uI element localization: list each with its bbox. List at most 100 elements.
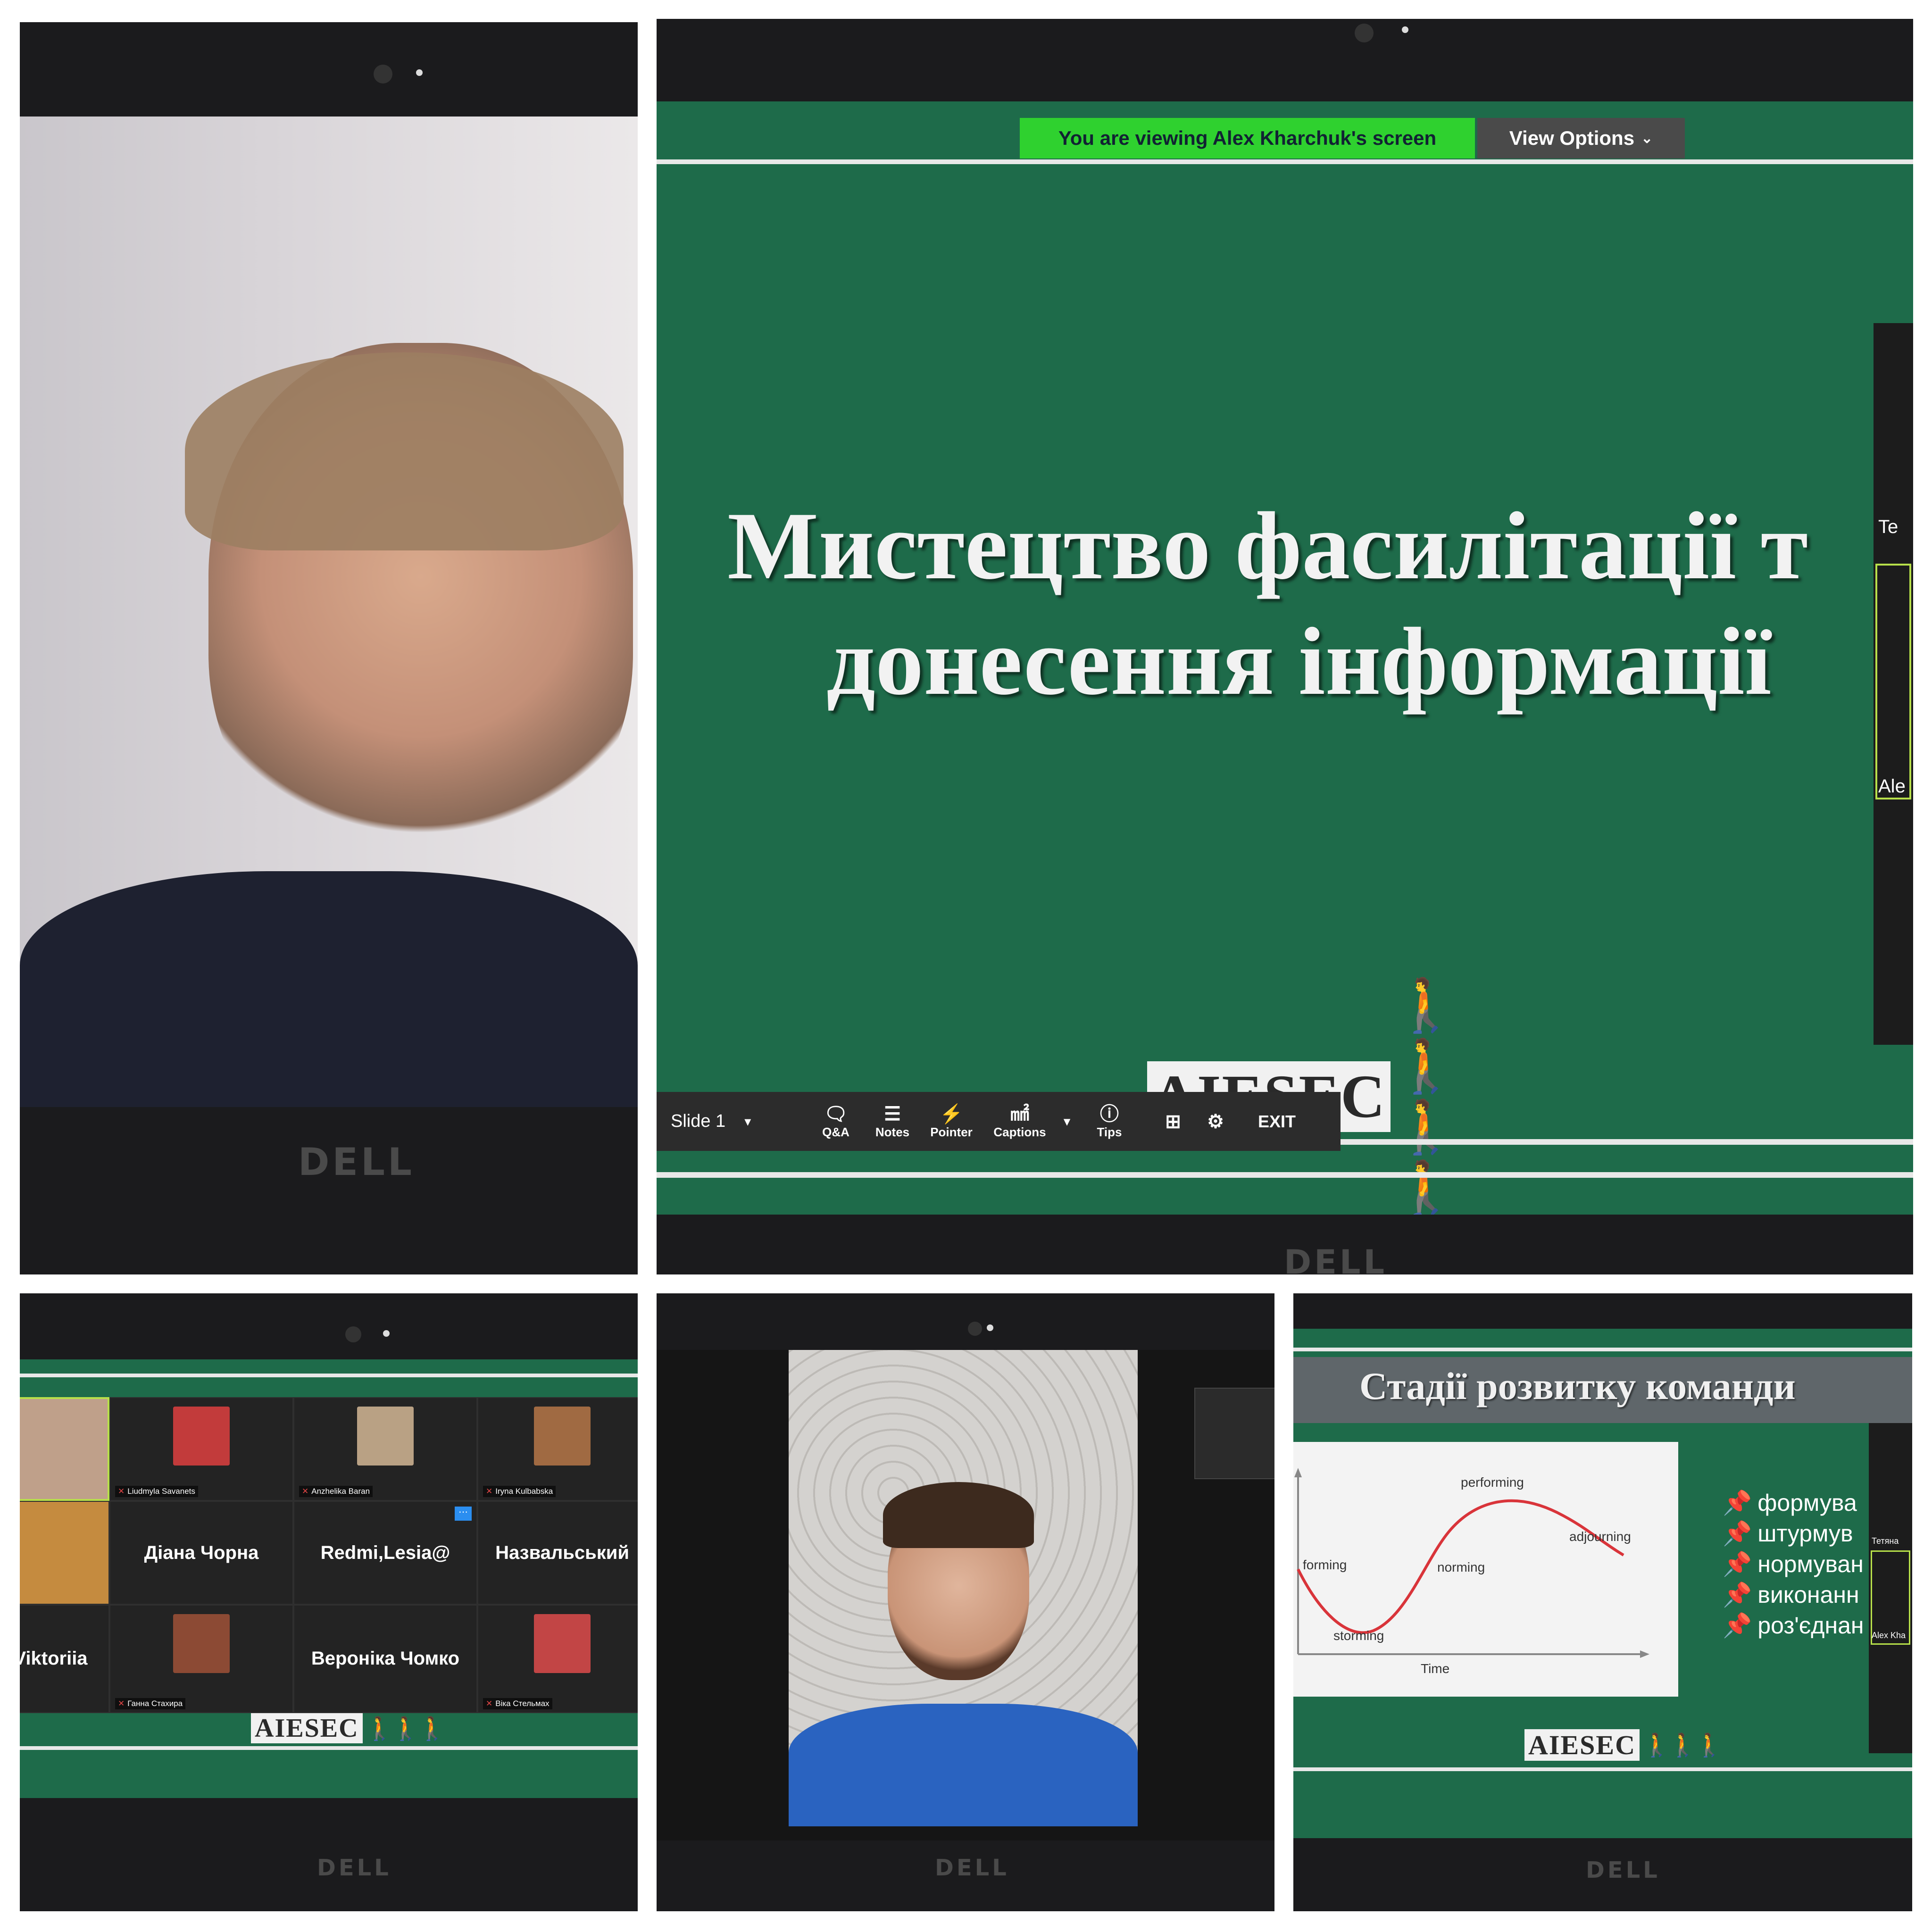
slide-divider-top: [657, 159, 1913, 164]
side-video-strip: Te Ale: [1874, 323, 1913, 1045]
participant-label: ✕ Ганна Стахира: [115, 1698, 186, 1709]
side-video-strip: Тетяна Alex Kha: [1869, 1423, 1912, 1753]
top-bezel: [1293, 1293, 1912, 1329]
avatar: [534, 1614, 591, 1673]
notes-button[interactable]: ☰ Notes: [864, 1092, 921, 1151]
slide-title: Стадії розвитку команди: [1359, 1365, 1796, 1407]
panel-bottom-middle: DELL: [657, 1293, 1274, 1911]
chat-icon: 🗨: [824, 1104, 848, 1124]
pin-icon: 📌: [1723, 1582, 1752, 1608]
panel-bottom-right: Стадії розвитку команди forming storming…: [1293, 1293, 1912, 1911]
video-tile[interactable]: ✕ Anzhelika Baran: [293, 1397, 477, 1501]
slide-divider-bottom: [1341, 1139, 1913, 1145]
tips-button[interactable]: ⓘ Tips: [1081, 1092, 1138, 1151]
slide-title: Мистецтво фасилітації т донесення інформ…: [727, 488, 1907, 719]
slide-title-line-2: донесення інформації: [826, 608, 1772, 715]
participant-label: ✕ Liudmyla Savanets: [115, 1486, 198, 1497]
video-tile[interactable]: [20, 1501, 109, 1605]
panel-top-right: You are viewing Alex Kharchuk's screen V…: [657, 19, 1913, 1274]
info-icon: ⓘ: [1100, 1104, 1119, 1124]
side-name-1: Te: [1878, 516, 1899, 537]
presenter-toolbar: Slide 1 ▾ 🗨 Q&A ☰ Notes ⚡ Pointer ㎟ Capt…: [657, 1092, 1341, 1151]
aiesec-logo: AIESEC 🚶🚶🚶: [1524, 1729, 1732, 1761]
video-tile-self[interactable]: [20, 1397, 109, 1501]
webcam-led-icon: [1402, 26, 1408, 33]
gear-icon: ⚙: [1207, 1111, 1224, 1132]
bullet-3: 📌 нормуван: [1723, 1551, 1864, 1577]
grid-icon: ⊞: [1165, 1111, 1181, 1132]
mic-muted-icon: ✕: [486, 1487, 493, 1496]
walkers-icon: 🚶🚶🚶🚶: [1393, 975, 1458, 1218]
more-options-icon[interactable]: ⋯: [455, 1507, 472, 1521]
label-forming: forming: [1303, 1557, 1347, 1572]
chart-image: forming storming norming performing adjo…: [1293, 1442, 1678, 1697]
side-slide-thumbnail: [1194, 1388, 1274, 1479]
slide-screen: Стадії розвитку команди forming storming…: [1293, 1329, 1912, 1838]
participant-video: [789, 1350, 1138, 1826]
panel-bottom-left: ✕ Liudmyla Savanets ✕ Anzhelika Baran ✕ Iry…: [20, 1293, 638, 1911]
y-axis-arrow: [1294, 1468, 1302, 1477]
video-tile[interactable]: ✕ Liudmyla Savanets: [109, 1397, 293, 1501]
shared-screen: You are viewing Alex Kharchuk's screen V…: [657, 101, 1913, 1218]
video-tile[interactable]: Viktoriia: [20, 1605, 109, 1713]
participant-name: Вероніка Чомко: [311, 1648, 460, 1669]
captions-dropdown[interactable]: ▾: [1058, 1092, 1076, 1151]
label-norming: norming: [1437, 1560, 1485, 1574]
pointer-button[interactable]: ⚡ Pointer: [921, 1092, 982, 1151]
participant-label: ✕ Iryna Kulbabska: [483, 1486, 556, 1497]
pin-icon: 📌: [1723, 1612, 1752, 1639]
top-bezel: [657, 1293, 1274, 1350]
view-options-button[interactable]: View Options ⌄: [1477, 118, 1685, 158]
participant-name: Viktoriia: [20, 1648, 88, 1669]
video-tile[interactable]: ✕ Ганна Стахира: [109, 1605, 293, 1713]
bullet-2: 📌 штурмув: [1723, 1520, 1853, 1547]
panel-top-left: DELL: [20, 22, 638, 1274]
video-tile[interactable]: Назвальський: [477, 1501, 638, 1605]
aiesec-logo-text: AIESEC: [1524, 1729, 1640, 1761]
exit-button[interactable]: EXIT: [1241, 1092, 1312, 1151]
shirt: [20, 871, 638, 1107]
viewing-banner-text: You are viewing Alex Kharchuk's screen: [1058, 127, 1437, 149]
mic-muted-icon: ✕: [302, 1487, 309, 1496]
slide-divider-bottom: [1293, 1767, 1912, 1771]
team-stages-chart: forming storming norming performing adjo…: [1294, 1468, 1649, 1676]
side-name-1: Тетяна: [1872, 1536, 1899, 1546]
video-tile[interactable]: Діана Чорна: [109, 1501, 293, 1605]
dell-logo: DELL: [1284, 1243, 1388, 1274]
notes-label: Notes: [875, 1125, 910, 1139]
participant-name: Діана Чорна: [144, 1542, 259, 1564]
settings-button[interactable]: ⚙: [1194, 1092, 1237, 1151]
bottom-bezel: DELL: [657, 1215, 1913, 1274]
mic-muted-icon: ✕: [118, 1487, 125, 1496]
webcam-icon: [968, 1322, 982, 1336]
video-tile[interactable]: ✕ Iryna Kulbabska: [477, 1397, 638, 1501]
avatar: [534, 1407, 591, 1466]
label-adjourning: adjourning: [1569, 1529, 1631, 1544]
gallery-divider-top: [20, 1374, 638, 1377]
gallery-divider-bottom: [20, 1746, 638, 1750]
hair: [185, 352, 624, 550]
top-bezel: [657, 19, 1913, 101]
aiesec-logo-text: AIESEC: [251, 1713, 363, 1743]
side-name-2: Alex Kha: [1872, 1631, 1906, 1640]
slide-selector-label: Slide 1: [671, 1111, 726, 1131]
top-bezel: [20, 22, 638, 117]
avatar: [357, 1407, 414, 1466]
side-video-frame: [1875, 564, 1911, 799]
video-tile[interactable]: ⋯ Redmi,Lesia@: [293, 1501, 477, 1605]
dell-logo: DELL: [935, 1855, 1009, 1881]
webcam-led-icon: [383, 1330, 390, 1337]
chevron-down-icon: ▾: [1064, 1114, 1070, 1128]
gallery-grid: ✕ Liudmyla Savanets ✕ Anzhelika Baran ✕ Iry…: [20, 1397, 638, 1713]
video-tile[interactable]: ✕ Віка Стельмах: [477, 1605, 638, 1713]
video-tile[interactable]: Вероніка Чомко: [293, 1605, 477, 1713]
grid-button[interactable]: ⊞: [1157, 1092, 1190, 1151]
captions-button[interactable]: ㎟ Captions: [982, 1092, 1058, 1151]
avatar: [173, 1614, 230, 1673]
bullet-1: 📌 формува: [1723, 1490, 1857, 1516]
qa-button[interactable]: 🗨 Q&A: [808, 1092, 864, 1151]
slide-selector[interactable]: Slide 1 ▾: [671, 1092, 784, 1151]
pin-icon: 📌: [1723, 1520, 1752, 1547]
hair: [883, 1482, 1034, 1548]
side-name-2: Ale: [1878, 776, 1906, 797]
